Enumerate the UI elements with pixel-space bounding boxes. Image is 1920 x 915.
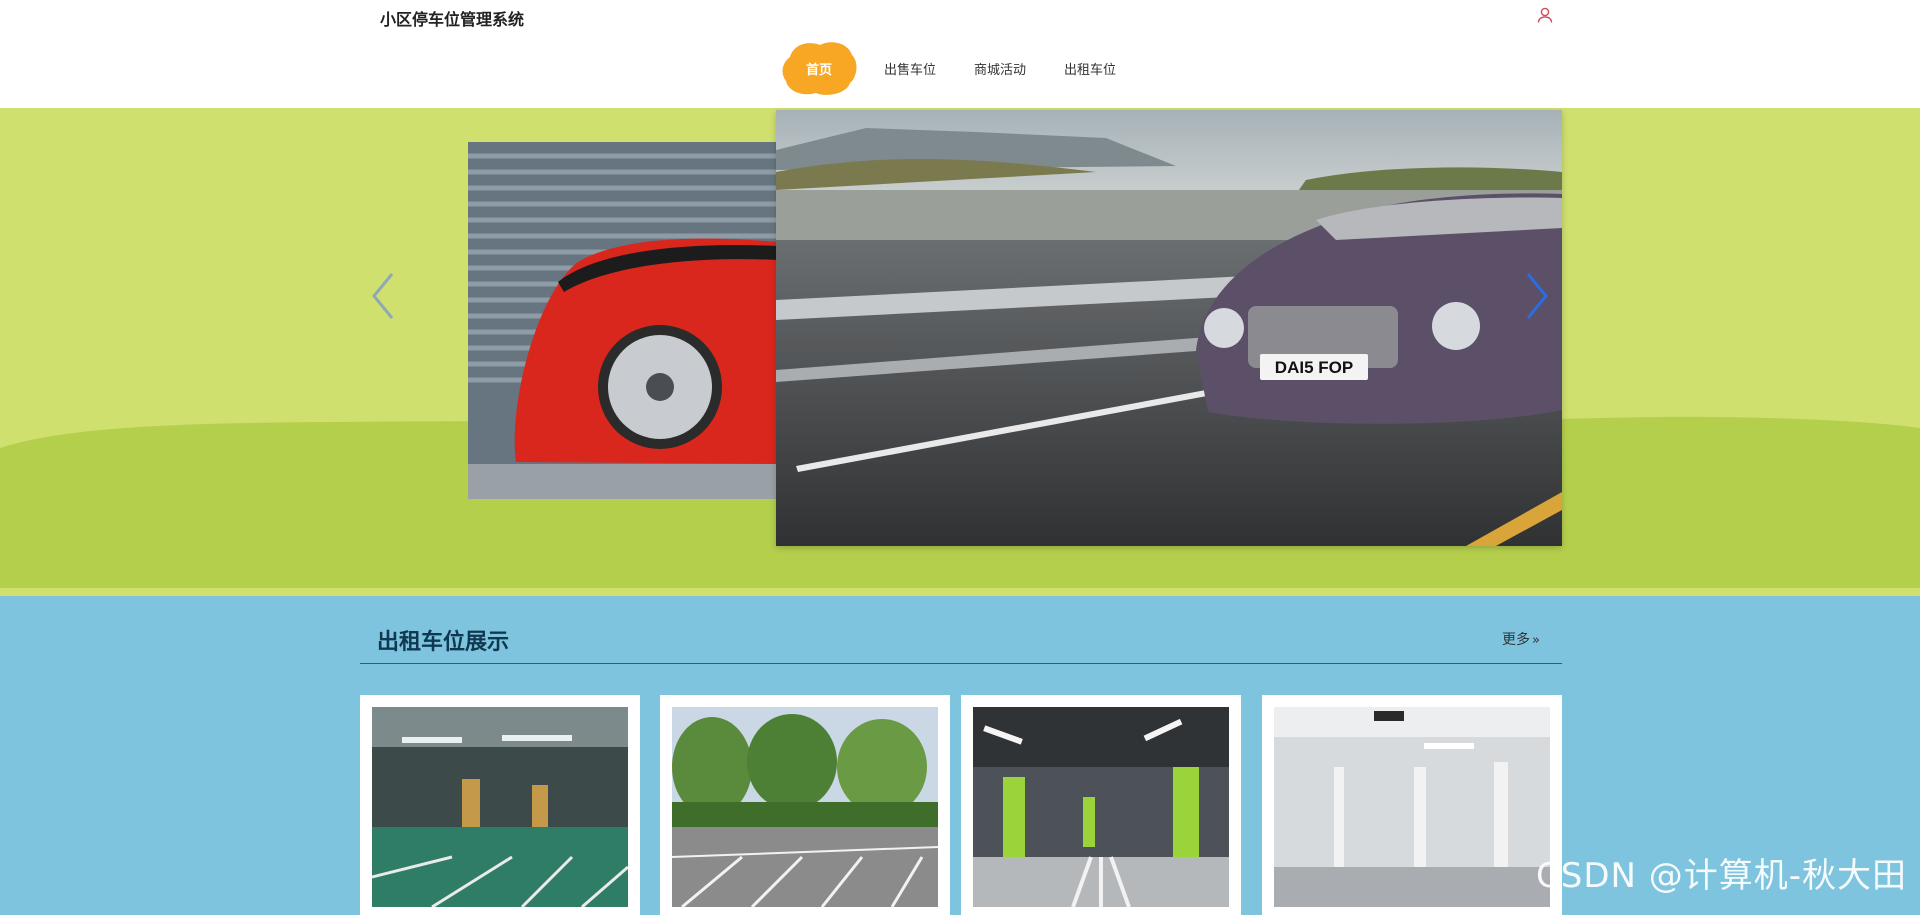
- parking-image: [672, 707, 938, 907]
- rental-card[interactable]: [360, 695, 640, 915]
- carousel: DAI5 FOP: [0, 108, 1920, 596]
- parking-image: [372, 707, 628, 907]
- parking-image: [973, 707, 1229, 907]
- chevron-right-icon[interactable]: [1522, 268, 1552, 324]
- rental-card-list: [360, 695, 1562, 915]
- nav-home[interactable]: 首页: [780, 39, 858, 97]
- section-title: 出租车位展示: [377, 630, 510, 655]
- license-plate-text: DAI5 FOP: [1275, 358, 1353, 377]
- parking-image: [1274, 707, 1550, 907]
- carousel-slide-red-car[interactable]: [468, 142, 778, 499]
- rental-card[interactable]: [1262, 695, 1562, 915]
- nav-sell-space[interactable]: 出售车位: [884, 59, 936, 78]
- user-icon[interactable]: [1536, 6, 1554, 24]
- site-title: 小区停车位管理系统: [380, 10, 525, 29]
- watermark: CSDN @计算机-秋大田: [1536, 856, 1908, 896]
- chevron-left-icon[interactable]: [368, 268, 398, 324]
- double-chevron-right-icon: »: [1532, 633, 1540, 648]
- main-nav: 首页 出售车位 商城活动 出租车位: [780, 40, 1154, 96]
- carousel-slide-purple-car[interactable]: DAI5 FOP: [776, 110, 1562, 546]
- section-divider: [360, 663, 1562, 664]
- more-link[interactable]: 更多»: [1502, 629, 1540, 649]
- nav-mall-activity[interactable]: 商城活动: [974, 59, 1026, 78]
- top-navbar: 小区停车位管理系统 首页 出售车位 商城活动 出租车位: [0, 0, 1920, 108]
- nav-rent-space[interactable]: 出租车位: [1064, 59, 1116, 78]
- rental-card[interactable]: [660, 695, 950, 915]
- rental-card[interactable]: [961, 695, 1241, 915]
